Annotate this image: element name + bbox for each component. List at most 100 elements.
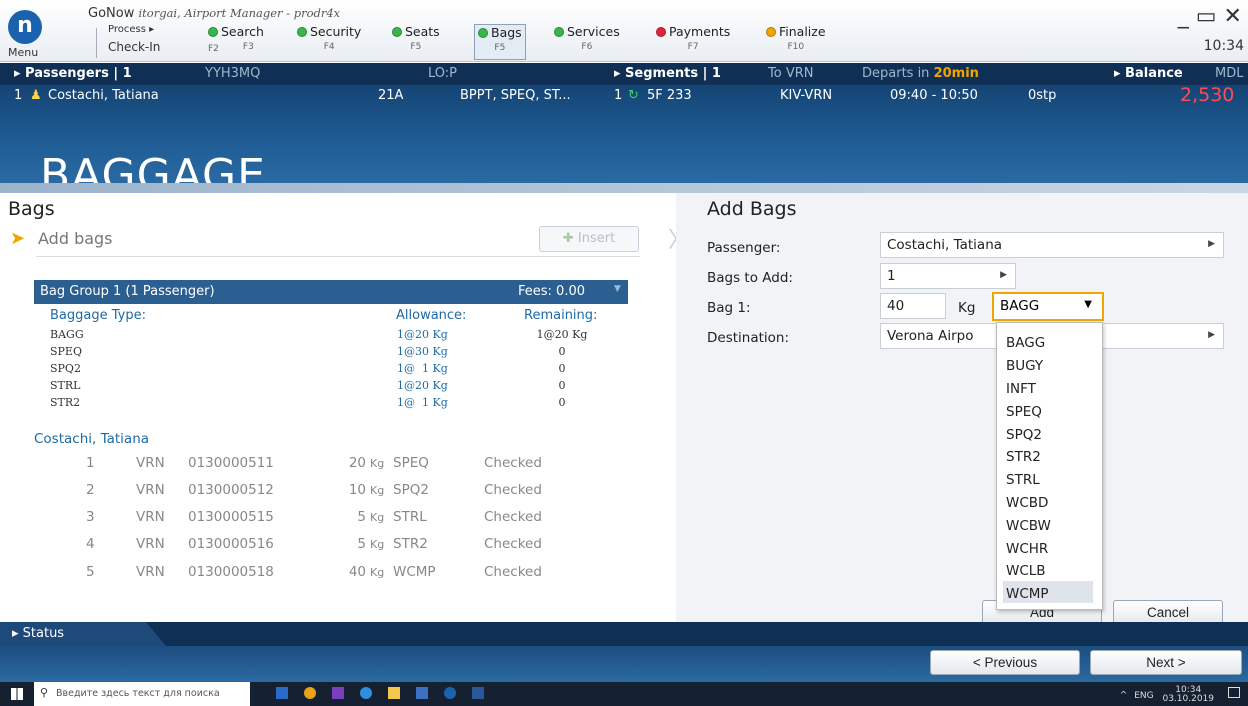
- segments-destination: To VRN: [768, 66, 814, 81]
- pax-name[interactable]: Costachi, Tatiana: [48, 88, 159, 103]
- app-title: GoNow itorgai, Airport Manager - prodr4x: [88, 6, 340, 21]
- dropdown-option[interactable]: WCMP: [1006, 586, 1049, 602]
- status-tab[interactable]: ▸ Status: [0, 622, 166, 646]
- fkey: F6: [581, 42, 593, 52]
- language-indicator[interactable]: ENG: [1134, 691, 1153, 701]
- app-subtitle: itorgai, Airport Manager - prodr4x: [138, 6, 341, 20]
- bag-passenger-name: Costachi, Tatiana: [34, 431, 150, 447]
- bag-type: SPEQ: [393, 455, 429, 471]
- balance-header[interactable]: ▸ Balance: [1114, 66, 1183, 81]
- step-finalize[interactable]: Finalize F10: [763, 24, 829, 52]
- step-services[interactable]: Services F6: [551, 24, 623, 52]
- bag-group-title: Bag Group 1 (1 Passenger): [40, 284, 215, 299]
- add-bags-heading: Add Bags: [707, 198, 797, 220]
- status-bar: [0, 622, 1248, 646]
- pax-services: BPPT, SPEQ, ST...: [460, 88, 571, 103]
- bag-type: WCMP: [393, 564, 436, 580]
- bag-group-header[interactable]: Bag Group 1 (1 Passenger) Fees: 0.00 ▼: [34, 280, 628, 304]
- edge-icon[interactable]: [360, 687, 372, 699]
- bag-unit: Kg: [370, 511, 385, 524]
- process-menu[interactable]: Process ▸: [108, 24, 154, 35]
- checkin-label: Check-In: [108, 40, 161, 54]
- bag-destination: VRN: [136, 509, 165, 525]
- notification-icon[interactable]: [1228, 687, 1240, 698]
- person-icon: ♟: [30, 88, 42, 103]
- add-bags-link[interactable]: Add bags: [38, 229, 113, 248]
- taskbar-search-input[interactable]: ⚲ Введите здесь текст для поиска: [34, 682, 250, 706]
- dropdown-option[interactable]: WCHR: [1006, 541, 1048, 557]
- word-icon[interactable]: [472, 687, 484, 699]
- step-label: Bags: [491, 25, 522, 40]
- chevron-up-icon[interactable]: ^: [1120, 691, 1128, 701]
- status-dot-icon: [656, 27, 666, 37]
- bag-type-dropdown[interactable]: BAGG ▼: [992, 292, 1104, 321]
- previous-button[interactable]: < Previous: [930, 650, 1080, 675]
- dropdown-option[interactable]: BUGY: [1006, 358, 1043, 374]
- remaining: 0: [558, 362, 566, 375]
- remaining: 0: [558, 379, 566, 392]
- fkey: F7: [687, 42, 699, 52]
- dropdown-option[interactable]: BAGG: [1006, 335, 1045, 351]
- next-button[interactable]: Next >: [1090, 650, 1242, 675]
- gonow-app-icon[interactable]: [444, 687, 456, 699]
- col-remaining: Remaining:: [524, 308, 598, 323]
- step-seats[interactable]: Seats F5: [389, 24, 443, 52]
- dropdown-option[interactable]: SPEQ: [1006, 404, 1042, 420]
- tray-date: 03.10.2019: [1162, 694, 1214, 704]
- windows-start-icon[interactable]: [11, 688, 23, 700]
- allowance: 1@ 1 Kg: [397, 396, 448, 409]
- balance-value: 2,530: [1180, 84, 1235, 106]
- bag-unit: Kg: [370, 484, 385, 497]
- insert-button[interactable]: ✚ Insert: [539, 226, 639, 252]
- dropdown-option[interactable]: WCLB: [1006, 563, 1046, 579]
- dropdown-option[interactable]: WCBD: [1006, 495, 1048, 511]
- route: KIV-VRN: [780, 88, 833, 103]
- store-icon[interactable]: [416, 687, 428, 699]
- menu-label[interactable]: Menu: [8, 46, 38, 59]
- stops: 0stp: [1028, 88, 1057, 103]
- bag1-weight-input[interactable]: 40: [880, 293, 946, 319]
- bag-tag: 0130000516: [188, 536, 274, 552]
- chrome-icon[interactable]: [304, 687, 316, 699]
- app-icon[interactable]: [332, 687, 344, 699]
- bag-status: Checked: [484, 536, 542, 552]
- bag-destination: VRN: [136, 536, 165, 552]
- allowance: 1@20 Kg: [397, 379, 448, 392]
- bags-to-add-label: Bags to Add:: [707, 270, 793, 286]
- status-dot-icon: [208, 27, 218, 37]
- bag-status: Checked: [484, 509, 542, 525]
- window-controls[interactable]: _ ▭ ✕: [1178, 4, 1242, 29]
- destination-label: Destination:: [707, 330, 790, 346]
- app-logo-menu-button[interactable]: n: [8, 10, 42, 44]
- baggage-type: SPQ2: [50, 362, 81, 375]
- passenger-select[interactable]: Costachi, Tatiana ▶: [880, 232, 1224, 258]
- dropdown-option[interactable]: SPQ2: [1006, 427, 1042, 443]
- file-explorer-icon[interactable]: [388, 687, 400, 699]
- allowance: 1@ 1 Kg: [397, 362, 448, 375]
- step-security[interactable]: Security F4: [294, 24, 364, 52]
- lo-indicator: LO:P: [428, 66, 458, 81]
- dropdown-option[interactable]: STRL: [1006, 472, 1040, 488]
- segment-index: 1: [614, 88, 623, 103]
- outlook-icon[interactable]: [276, 687, 288, 699]
- bag-tag: 0130000511: [188, 455, 274, 471]
- chevron-down-icon: ▼: [614, 284, 621, 294]
- status-dot-icon: [392, 27, 402, 37]
- step-bags[interactable]: Bags F5: [474, 24, 526, 60]
- dropdown-option[interactable]: INFT: [1006, 381, 1036, 397]
- play-arrow-icon: ▶: [1208, 330, 1215, 340]
- tray-clock[interactable]: 10:34 03.10.2019: [1162, 686, 1214, 704]
- step-search[interactable]: Search F3: [205, 24, 267, 52]
- bag-weight: 20: [348, 455, 366, 471]
- step-payments[interactable]: Payments F7: [653, 24, 733, 52]
- segments-header[interactable]: ▸ Segments | 1: [614, 66, 721, 81]
- dropdown-option[interactable]: WCBW: [1006, 518, 1051, 534]
- dropdown-option[interactable]: STR2: [1006, 449, 1041, 465]
- fkey: F5: [410, 42, 422, 52]
- bag-type-selected: BAGG: [1000, 298, 1040, 314]
- baggage-type: STR2: [50, 396, 81, 409]
- passengers-header[interactable]: ▸ Passengers | 1: [14, 66, 132, 81]
- bags-to-add-field[interactable]: 1 ▶: [880, 263, 1016, 289]
- status-dot-icon: [554, 27, 564, 37]
- fkey: F4: [323, 42, 335, 52]
